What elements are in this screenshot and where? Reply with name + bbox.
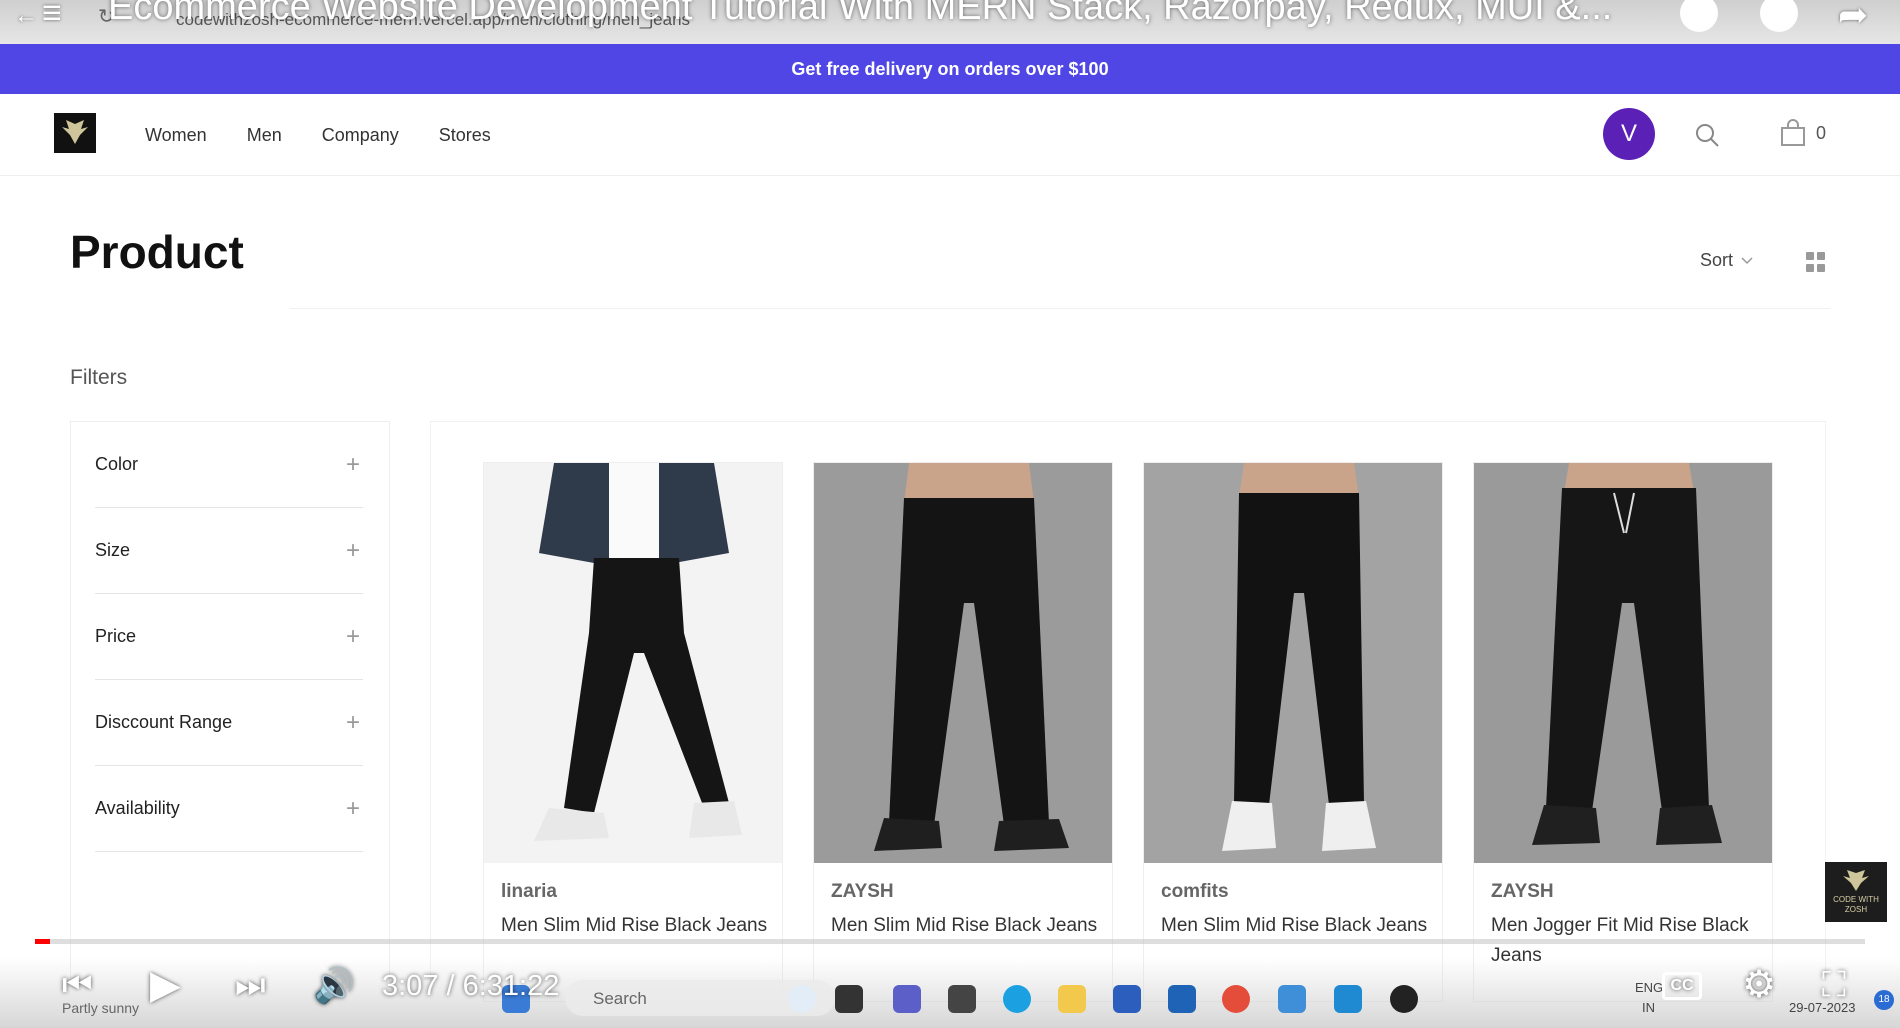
product-brand: ZAYSH (831, 881, 894, 902)
product-card[interactable]: ZAYSH Men Jogger Fit Mid Rise Black Jean… (1473, 462, 1773, 1002)
skip-next-icon[interactable]: ⏭ (235, 966, 266, 1005)
filters-panel: Color + Size + Price + Disccount Range +… (70, 421, 390, 981)
filter-discount-range[interactable]: Disccount Range + (95, 680, 363, 766)
divider (290, 308, 1830, 309)
search-icon[interactable] (1694, 122, 1720, 148)
notification-badge[interactable]: 18 (1874, 990, 1894, 1010)
user-avatar[interactable]: V (1603, 108, 1655, 160)
product-image[interactable] (814, 463, 1112, 863)
language-indicator[interactable]: ENG (1635, 980, 1663, 995)
nav-stores[interactable]: Stores (439, 125, 491, 146)
video-time: 3:07 / 6:31:22 (382, 970, 560, 1002)
playlist-icon[interactable]: ≡ (42, 0, 62, 33)
product-card[interactable]: linaria Men Slim Mid Rise Black Jeans (483, 462, 783, 1002)
filter-label: Availability (95, 798, 180, 818)
file-explorer-icon[interactable] (1058, 985, 1086, 1013)
notepad-icon[interactable] (1278, 985, 1306, 1013)
plus-icon[interactable]: + (343, 537, 363, 565)
watch-later-icon[interactable] (1760, 0, 1798, 32)
filter-label: Disccount Range (95, 712, 233, 732)
plus-icon[interactable]: + (343, 709, 363, 737)
brand-logo-icon[interactable] (54, 113, 96, 153)
share-icon[interactable]: ➦ (1838, 0, 1868, 36)
filter-color[interactable]: Color + (95, 422, 363, 508)
video-progress-bar[interactable] (35, 939, 1865, 944)
plus-icon[interactable]: + (343, 795, 363, 823)
chrome-icon[interactable] (1222, 985, 1250, 1013)
vscode-icon[interactable] (1334, 985, 1362, 1013)
product-card[interactable]: comfits Men Slim Mid Rise Black Jeans (1143, 462, 1443, 1002)
product-brand: comfits (1161, 881, 1229, 902)
bing-icon[interactable] (788, 985, 816, 1013)
filter-label: Price (95, 626, 137, 646)
closed-captions-icon[interactable]: CC (1662, 972, 1702, 1000)
skip-previous-icon[interactable]: ⏮ (62, 966, 93, 1005)
product-image[interactable] (484, 463, 782, 863)
video-title-overlay: ← ≡ ↻ codewithzosh-ecommerce-mern.vercel… (0, 0, 1900, 44)
main-nav: Women Men Company Stores (145, 94, 491, 176)
product-brand: linaria (501, 881, 557, 902)
volume-icon[interactable]: 🔊 (313, 966, 355, 1006)
product-card[interactable]: ZAYSH Men Slim Mid Rise Black Jeans (813, 462, 1113, 1002)
region-indicator: IN (1642, 1000, 1655, 1015)
announcement-bar: Get free delivery on orders over $100 (0, 44, 1900, 94)
product-image[interactable] (1144, 463, 1442, 863)
app-icon[interactable] (1390, 985, 1418, 1013)
page-title: Product (70, 226, 244, 278)
sort-label: Sort (1700, 250, 1734, 270)
chevron-down-icon (1741, 256, 1753, 264)
plus-icon[interactable]: + (343, 623, 363, 651)
shopping-bag-icon[interactable] (1780, 119, 1806, 147)
app-icon[interactable] (1113, 985, 1141, 1013)
filter-price[interactable]: Price + (95, 594, 363, 680)
edge-icon[interactable] (1003, 985, 1031, 1013)
cart-count: 0 (1816, 123, 1827, 143)
video-title[interactable]: Ecommerce Website Development Tutorial W… (108, 0, 1612, 29)
grid-view-icon[interactable] (1806, 252, 1826, 272)
sort-dropdown[interactable]: Sort (1700, 250, 1753, 271)
taskbar-search-placeholder: Search (593, 989, 647, 1008)
site-header: Women Men Company Stores V 0 (0, 94, 1900, 176)
product-brand: ZAYSH (1491, 881, 1554, 902)
info-icon[interactable] (1680, 0, 1718, 32)
play-icon[interactable]: ▶ (150, 962, 181, 1008)
channel-watermark: CODE WITH ZOSH (1825, 862, 1887, 922)
task-view-icon[interactable] (835, 985, 863, 1013)
watermark-text: CODE WITH ZOSH (1833, 895, 1879, 914)
filter-size[interactable]: Size + (95, 508, 363, 594)
back-arrow-icon[interactable]: ← (14, 2, 38, 30)
plus-icon[interactable]: + (343, 451, 363, 479)
filter-availability[interactable]: Availability + (95, 766, 363, 852)
settings-icon[interactable]: ⚙ (1742, 962, 1776, 1007)
app-icon[interactable] (948, 985, 976, 1013)
product-title[interactable]: Men Slim Mid Rise Black Jeans (501, 911, 771, 941)
teams-icon[interactable] (893, 985, 921, 1013)
product-title[interactable]: Men Slim Mid Rise Black Jeans (831, 911, 1101, 941)
filter-label: Color (95, 454, 139, 474)
nav-women[interactable]: Women (145, 125, 207, 146)
filter-label: Size (95, 540, 131, 560)
store-icon[interactable] (1168, 985, 1196, 1013)
exit-fullscreen-icon[interactable]: ⛶ (1822, 966, 1846, 1005)
nav-company[interactable]: Company (322, 125, 399, 146)
nav-men[interactable]: Men (247, 125, 282, 146)
announcement-text: Get free delivery on orders over $100 (791, 58, 1109, 79)
video-progress-fill (35, 939, 50, 944)
filters-heading: Filters (70, 366, 128, 389)
product-image[interactable] (1474, 463, 1772, 863)
product-title[interactable]: Men Slim Mid Rise Black Jeans (1161, 911, 1431, 941)
